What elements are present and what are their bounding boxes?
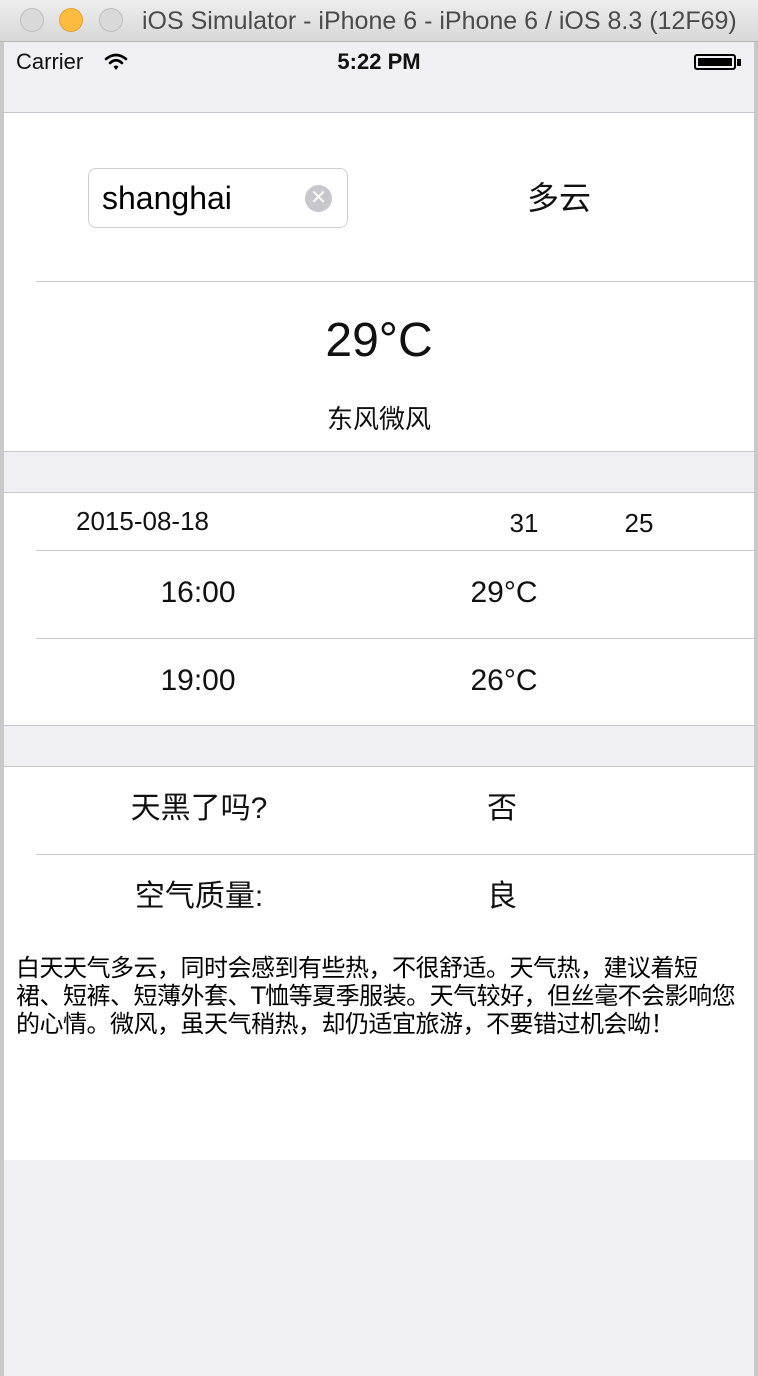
info-row-darkness[interactable]: 天黑了吗? 否: [4, 767, 754, 854]
iphone-screen: Carrier 5:22 PM shanghai ✕ 多云 29°C 东风微风 …: [4, 42, 754, 1376]
battery-icon: [694, 54, 741, 70]
hourly-temp: 26°C: [470, 664, 538, 697]
window-minimize-button[interactable]: [59, 8, 83, 32]
hourly-time: 19:00: [160, 664, 236, 697]
wind-description: 东风微风: [326, 404, 431, 434]
window-zoom-button[interactable]: [99, 8, 123, 32]
forecast-low: 25: [624, 508, 654, 538]
status-time: 5:22 PM: [337, 49, 421, 74]
simulator-title-bar: iOS Simulator - iPhone 6 - iPhone 6 / iO…: [0, 0, 758, 42]
forecast-date-row[interactable]: 2015-08-18 31 25: [4, 493, 754, 550]
city-search-text: shanghai: [102, 180, 232, 216]
info-section: 天黑了吗? 否 空气质量: 良: [4, 766, 754, 946]
hourly-row[interactable]: 19:00 26°C: [4, 639, 754, 726]
weather-advice-text: 白天天气多云，同时会感到有些热，不很舒适。天气热，建议着短裙、短裤、短薄外套、T…: [4, 940, 754, 1160]
info-label: 空气质量:: [134, 880, 264, 913]
info-value: 否: [487, 792, 517, 825]
status-bar: Carrier 5:22 PM: [4, 42, 754, 82]
info-row-air-quality[interactable]: 空气质量: 良: [4, 855, 754, 942]
window-close-button[interactable]: [20, 8, 44, 32]
row-divider: [36, 281, 754, 282]
clear-text-icon[interactable]: ✕: [305, 185, 332, 212]
current-temperature: 29°C: [325, 314, 433, 367]
forecast-high: 31: [509, 508, 539, 538]
forecast-date: 2015-08-18: [76, 506, 209, 536]
hourly-time: 16:00: [160, 576, 236, 609]
forecast-section: 2015-08-18 31 25 16:00 29°C 19:00 26°C: [4, 492, 754, 726]
info-label: 天黑了吗?: [130, 792, 268, 825]
city-search-field[interactable]: shanghai ✕: [88, 168, 348, 228]
hourly-temp: 29°C: [470, 576, 538, 609]
hourly-row[interactable]: 16:00 29°C: [4, 551, 754, 638]
info-value: 良: [487, 880, 517, 913]
window-title: iOS Simulator - iPhone 6 - iPhone 6 / iO…: [142, 7, 737, 35]
weather-condition: 多云: [526, 180, 591, 216]
current-weather-section: shanghai ✕ 多云 29°C 东风微风: [4, 112, 754, 452]
